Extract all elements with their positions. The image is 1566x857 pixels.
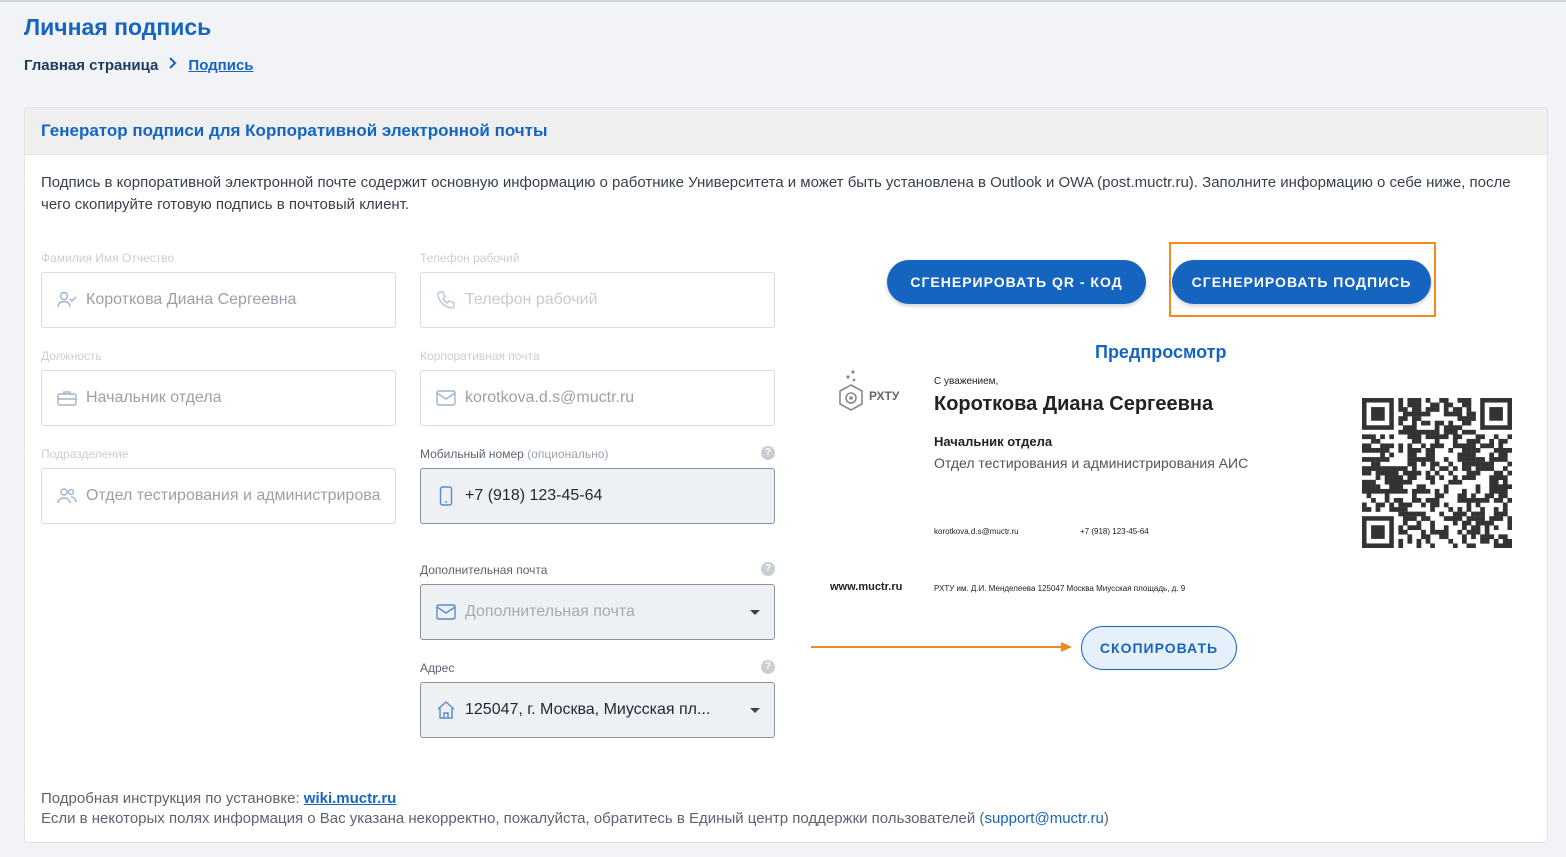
department-input[interactable]: Отдел тестирования и администрирования А… [41, 468, 396, 524]
department-label: Подразделение [41, 447, 129, 461]
wiki-link[interactable]: wiki.muctr.ru [304, 790, 397, 807]
address-label: Адрес [420, 661, 455, 675]
mail-icon [435, 387, 457, 409]
dropdown-caret-icon[interactable] [750, 609, 760, 615]
generate-signature-button[interactable]: СГЕНЕРИРОВАТЬ ПОДПИСЬ [1172, 260, 1431, 304]
breadcrumb-home-link[interactable]: Главная страница [24, 57, 158, 74]
rhtu-logo: РХТУ [835, 368, 907, 424]
dropdown-caret-icon[interactable] [750, 707, 760, 713]
signature-greeting: С уважением, [934, 376, 999, 387]
work-phone-input[interactable]: Телефон рабочий [420, 272, 775, 328]
chevron-right-icon [168, 56, 178, 74]
breadcrumb-current-link[interactable]: Подпись [188, 57, 253, 74]
signature-site: www.muctr.ru [830, 581, 903, 593]
position-input[interactable]: Начальник отдела [41, 370, 396, 426]
work-phone-field: Телефон рабочий Телефон рабочий [420, 250, 775, 328]
briefcase-icon [56, 387, 78, 409]
intro-text: Подпись в корпоративной электронной почт… [41, 174, 1511, 213]
signature-position: Начальник отдела [934, 434, 1053, 449]
department-field: Подразделение Отдел тестирования и админ… [41, 446, 396, 524]
signature-generator-card: Генератор подписи для Корпоративной элек… [24, 107, 1548, 843]
signature-department: Отдел тестирования и администрирования А… [934, 455, 1249, 471]
support-email-link[interactable]: support@muctr.ru [984, 810, 1103, 827]
mobile-label: Мобильный номер (опционально) [420, 447, 609, 461]
extra-email-label: Дополнительная почта [420, 563, 548, 577]
fio-label: Фамилия Имя Отчество [41, 251, 175, 265]
smartphone-icon [435, 485, 457, 507]
arrow-pointer [811, 642, 1072, 652]
extra-email-field: Дополнительная почта ? Дополнительная по… [420, 562, 775, 640]
corp-email-field: Корпоративная почта korotkova.d.s@muctr.… [420, 348, 775, 426]
card-title: Генератор подписи для Корпоративной элек… [25, 108, 1547, 155]
address-field: Адрес ? 125047, г. Москва, Миусская пл..… [420, 660, 775, 738]
fio-field: Фамилия Имя Отчество Короткова Диана Сер… [41, 250, 396, 328]
copy-button[interactable]: СКОПИРОВАТЬ [1081, 626, 1237, 670]
position-label: Должность [41, 349, 102, 363]
position-field: Должность Начальник отдела [41, 348, 396, 426]
page-title: Личная подпись [24, 14, 212, 40]
help-icon[interactable]: ? [761, 446, 775, 460]
support-line: Если в некоторых полях информация о Вас … [41, 810, 1109, 827]
fio-input[interactable]: Короткова Диана Сергеевна [41, 272, 396, 328]
footer-note: Подробная инструкция по установке: wiki.… [41, 789, 1109, 829]
signature-name: Короткова Диана Сергеевна [934, 393, 1214, 415]
instruction-line: Подробная инструкция по установке: wiki.… [41, 790, 397, 807]
preview-title: Предпросмотр [1095, 342, 1227, 362]
work-phone-label: Телефон рабочий [420, 251, 520, 265]
top-divider [0, 0, 1566, 2]
qr-code [1362, 398, 1513, 549]
corp-email-label: Корпоративная почта [420, 349, 540, 363]
mobile-input[interactable]: +7 (918) 123-45-64 [420, 468, 775, 524]
logo-text: РХТУ [869, 389, 900, 403]
users-icon [56, 485, 78, 507]
corp-email-input[interactable]: korotkova.d.s@muctr.ru [420, 370, 775, 426]
mail-icon [435, 601, 457, 623]
user-check-icon [56, 289, 78, 311]
home-icon [435, 699, 457, 721]
breadcrumb: Главная страница Подпись [24, 56, 254, 74]
phone-icon [435, 289, 457, 311]
help-icon[interactable]: ? [761, 660, 775, 674]
signature-email: korotkova.d.s@muctr.ru [934, 527, 1019, 536]
signature-phone: +7 (918) 123-45-64 [1080, 527, 1149, 536]
mobile-field: Мобильный номер (опционально) ? +7 (918)… [420, 446, 775, 524]
generate-qr-button[interactable]: СГЕНЕРИРОВАТЬ QR - КОД [887, 260, 1146, 304]
help-icon[interactable]: ? [761, 562, 775, 576]
address-select[interactable]: 125047, г. Москва, Миусская пл... [420, 682, 775, 738]
signature-address: РХТУ им. Д.И. Менделеева 125047 Москва М… [934, 584, 1186, 593]
extra-email-select[interactable]: Дополнительная почта [420, 584, 775, 640]
